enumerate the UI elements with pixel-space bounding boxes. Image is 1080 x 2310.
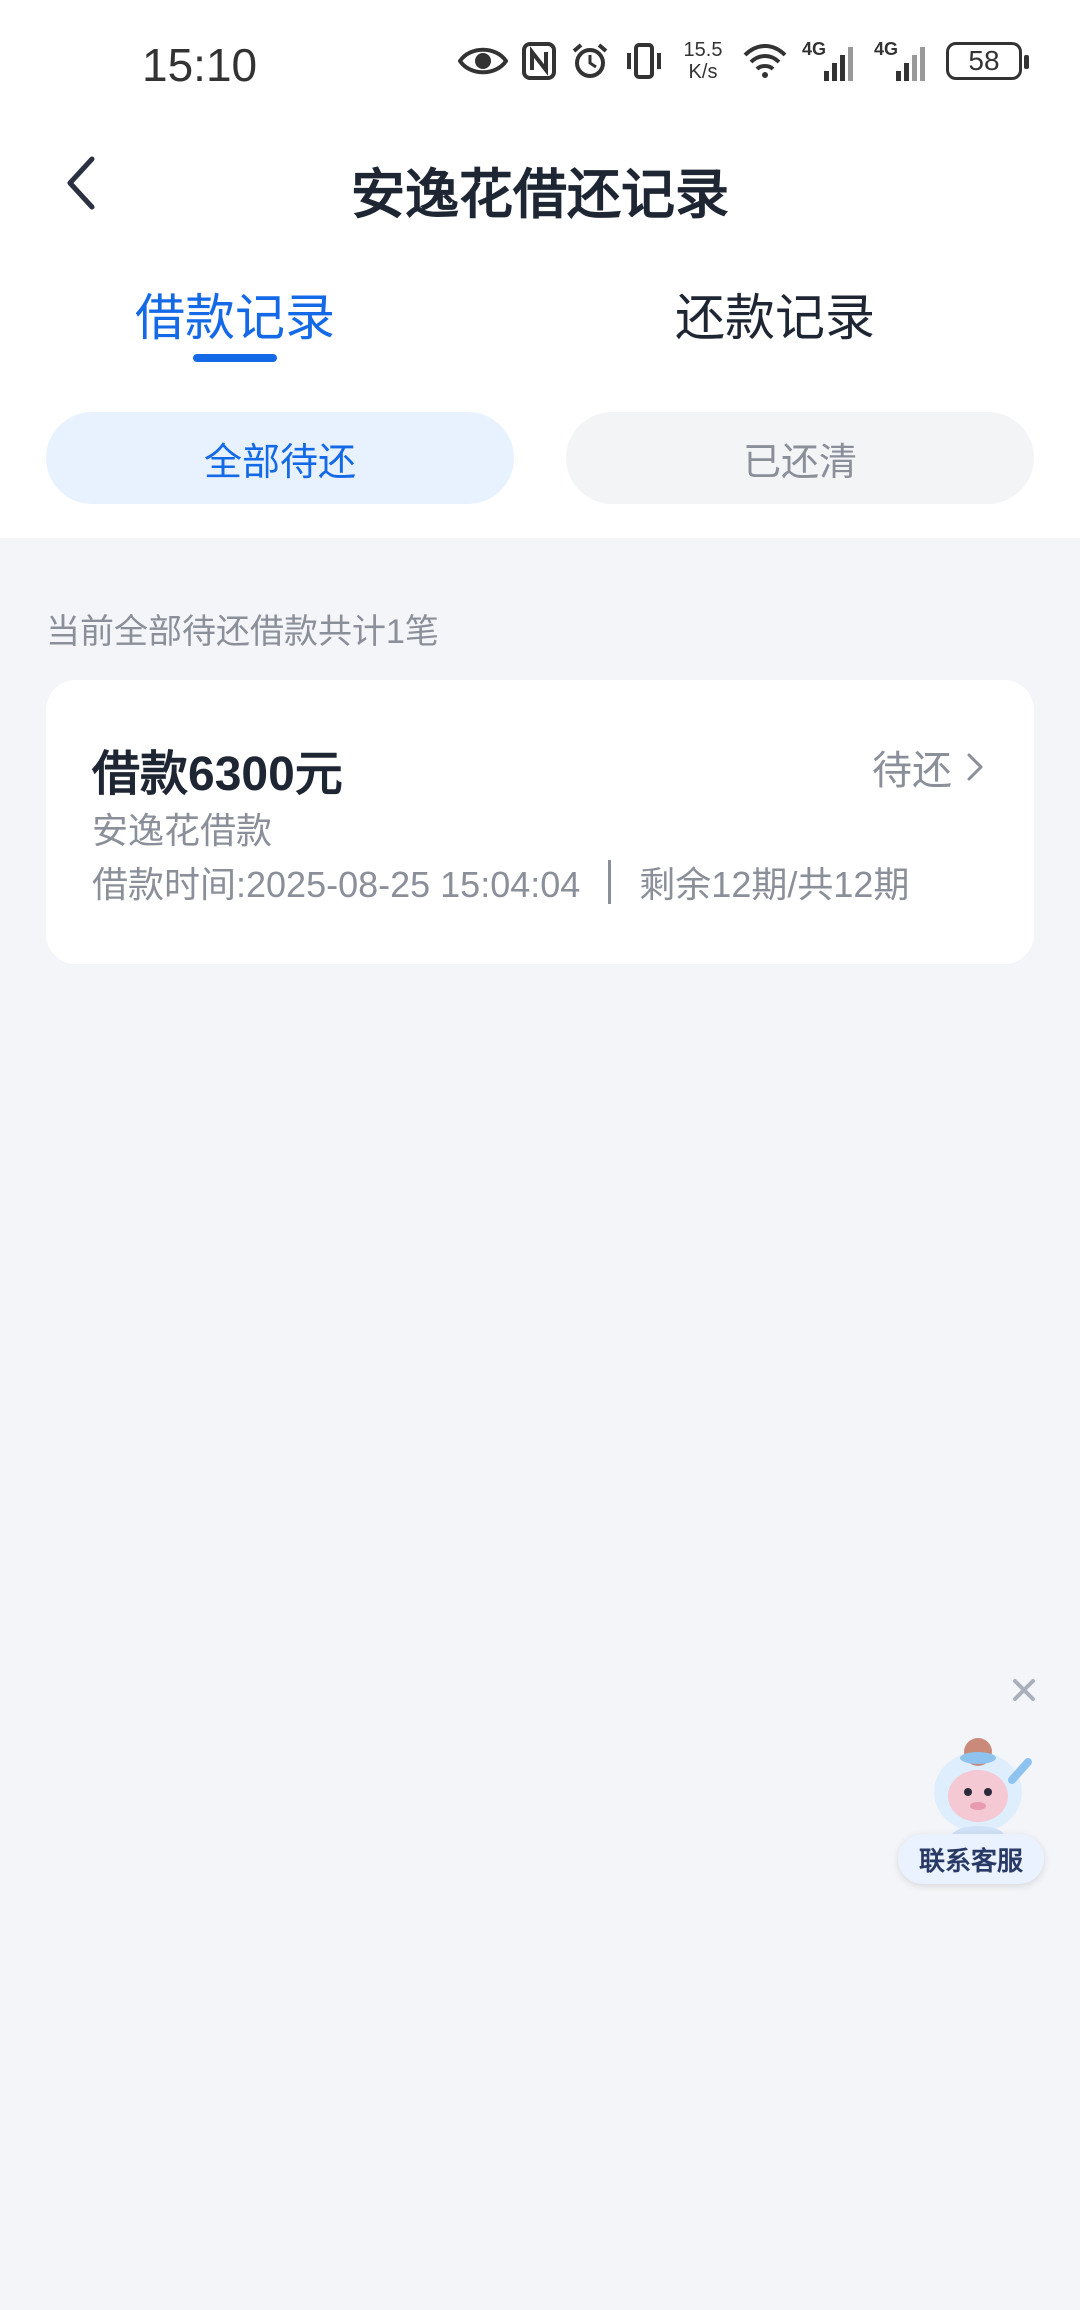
tab-active-indicator [193, 354, 277, 362]
customer-service-mascot-icon[interactable] [920, 1730, 1040, 1850]
pending-summary: 当前全部待还借款共计1笔 [46, 613, 439, 651]
loan-amount: 借款6300元 [92, 748, 343, 801]
loan-card[interactable]: 借款6300元 待还 安逸花借款 借款时间:2025-08-25 15:04:0… [46, 680, 1034, 964]
chevron-right-icon [967, 753, 983, 781]
signal-icon: 4G [874, 37, 932, 85]
battery-icon: 58 [946, 37, 1029, 85]
battery-level: 58 [946, 42, 1029, 80]
close-icon[interactable] [1006, 1672, 1042, 1708]
page-title: 安逸花借还记录 [351, 165, 729, 225]
net-speed-value: 15.5 [683, 39, 723, 61]
vibrate-icon [624, 37, 664, 85]
loan-status[interactable]: 待还 [872, 738, 984, 796]
filter-paid-off[interactable]: 已还清 [566, 412, 1034, 504]
status-time: 15:10 [142, 39, 258, 91]
filter-all-pending[interactable]: 全部待还 [46, 412, 514, 504]
status-icons: 15.5 K/s 4G 4G 58 [458, 36, 1029, 86]
loan-product: 安逸花借款 [92, 810, 273, 851]
loan-meta: 借款时间:2025-08-25 15:04:04 剩余12期/共12期 [92, 856, 909, 908]
loan-time: 借款时间:2025-08-25 15:04:04 [92, 864, 581, 905]
status-bar: 15:10 15.5 K/s 4G 4G 58 [0, 0, 1080, 130]
signal-icon: 4G [802, 37, 860, 85]
divider [608, 860, 612, 904]
nfc-icon [522, 37, 556, 85]
tab-borrow-records[interactable]: 借款记录 [85, 278, 385, 350]
alarm-icon [570, 37, 610, 85]
loan-periods: 剩余12期/共12期 [639, 864, 910, 905]
net-speed: 15.5 K/s [678, 37, 728, 85]
net-speed-unit: K/s [688, 61, 718, 83]
tab-repay-records[interactable]: 还款记录 [625, 278, 925, 350]
eye-icon [458, 37, 508, 85]
loan-status-label: 待还 [872, 749, 952, 793]
wifi-icon [742, 37, 788, 85]
contact-customer-service-button[interactable]: 联系客服 [898, 1834, 1044, 1884]
